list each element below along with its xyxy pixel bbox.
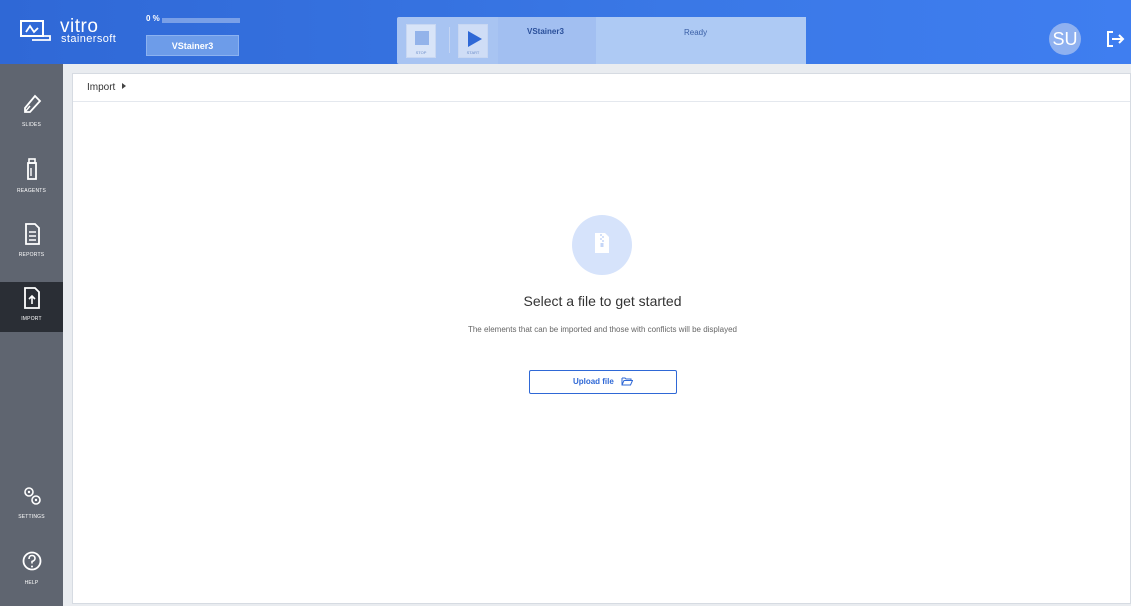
empty-state-illustration — [572, 215, 632, 275]
progress-bar — [162, 18, 240, 23]
sidebar-item-slides[interactable]: SLIDES — [0, 90, 63, 140]
help-icon — [22, 551, 42, 571]
gears-icon — [24, 487, 41, 505]
sidebar-item-label: REPORTS — [18, 252, 45, 258]
progress-label: 0 % — [146, 14, 160, 23]
play-icon — [468, 31, 482, 47]
control-panel: STOP START VStainer3 Ready — [397, 17, 806, 64]
divider — [73, 101, 1130, 102]
user-avatar[interactable]: SU — [1049, 23, 1081, 55]
device-status: Ready — [684, 28, 708, 37]
device-name: VStainer3 — [527, 27, 564, 36]
stop-label: STOP — [415, 50, 427, 55]
bottle-icon — [27, 158, 37, 180]
sidebar-item-reports[interactable]: REPORTS — [0, 220, 63, 270]
breadcrumb-import[interactable]: Import — [87, 82, 115, 93]
logo-sub: stainersoft — [61, 33, 117, 45]
app-logo: vitro stainersoft — [20, 17, 140, 48]
device-status-box — [596, 17, 806, 64]
sidebar-item-label: IMPORT — [21, 316, 42, 322]
sidebar-item-reagents[interactable]: REAGENTS — [0, 156, 63, 206]
empty-state-subtitle: The elements that can be imported and th… — [467, 325, 738, 334]
folder-open-icon — [621, 377, 634, 386]
sidebar: SLIDES REAGENTS REPORTS IMPORT SETTINGS — [0, 64, 63, 606]
sidebar-item-settings[interactable]: SETTINGS — [0, 482, 63, 532]
upload-file-label: Upload file — [572, 377, 614, 386]
sidebar-item-label: SLIDES — [22, 122, 41, 128]
start-label: START — [466, 50, 480, 55]
eraser-icon — [24, 94, 42, 113]
file-upload-icon — [24, 287, 40, 309]
breadcrumb: Import — [87, 82, 127, 93]
main-content: Import Select a file to get started The … — [72, 73, 1131, 604]
device-info — [498, 17, 596, 64]
stop-icon — [415, 31, 429, 45]
logout-icon[interactable] — [1104, 28, 1126, 50]
caret-right-icon — [122, 83, 127, 89]
zip-file-icon — [595, 233, 609, 253]
report-icon — [25, 223, 40, 245]
logo-icon — [20, 20, 51, 41]
sidebar-item-help[interactable]: HELP — [0, 548, 63, 598]
device-selector[interactable]: VStainer3 — [146, 35, 239, 56]
upload-file-button[interactable]: Upload file — [529, 370, 677, 394]
sidebar-item-label: REAGENTS — [16, 188, 47, 194]
control-divider — [449, 27, 450, 53]
sidebar-item-label: HELP — [24, 580, 39, 586]
sidebar-item-label: SETTINGS — [18, 514, 45, 520]
start-button[interactable]: START — [458, 24, 488, 58]
top-bar: vitro stainersoft 0 % VStainer3 STOP STA… — [0, 0, 1131, 64]
stop-button[interactable]: STOP — [406, 24, 436, 58]
sidebar-item-import[interactable]: IMPORT — [0, 282, 63, 332]
empty-state-title: Select a file to get started — [523, 293, 682, 309]
